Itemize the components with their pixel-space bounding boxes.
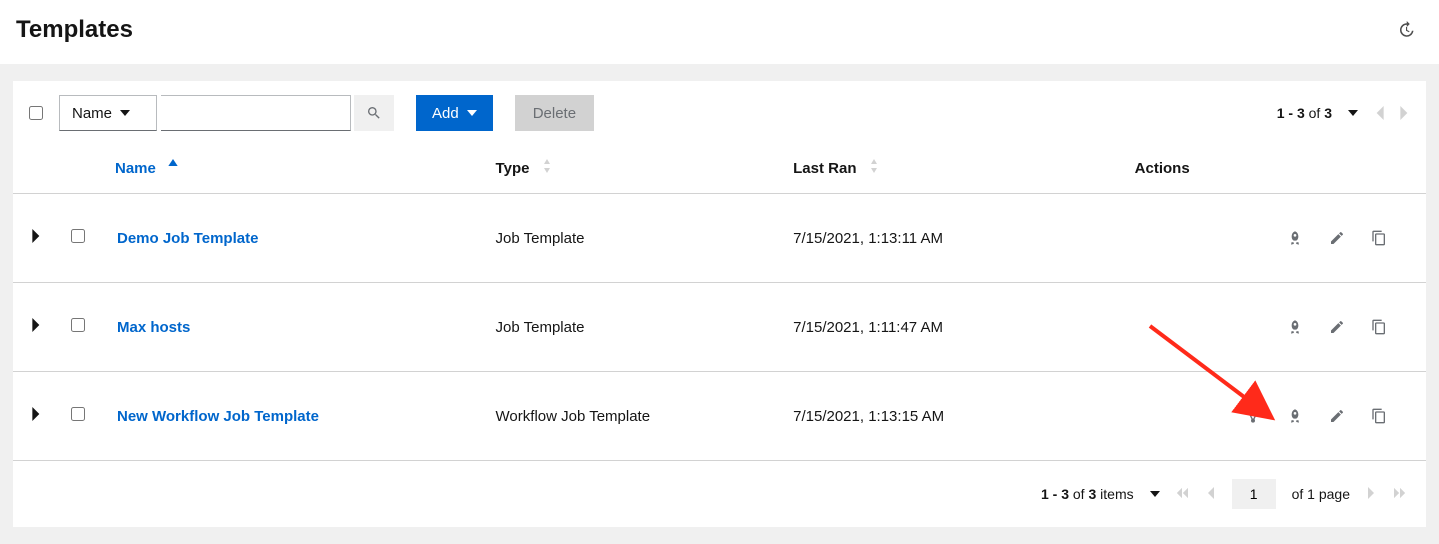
copy-icon[interactable]	[1360, 313, 1398, 341]
template-type: Workflow Job Template	[486, 372, 784, 461]
expand-row-button[interactable]	[32, 229, 42, 246]
add-button-label: Add	[432, 105, 459, 122]
add-button[interactable]: Add	[416, 95, 493, 131]
visualizer-icon[interactable]	[1234, 402, 1272, 430]
pagination-bottom: 1 - 3 of 3 items of 1 page	[13, 461, 1426, 527]
edit-icon[interactable]	[1318, 313, 1356, 341]
first-page-icon[interactable]	[1176, 486, 1188, 502]
caret-down-icon	[120, 108, 130, 118]
template-name-link[interactable]: Demo Job Template	[117, 230, 258, 247]
prev-page-icon[interactable]	[1374, 106, 1384, 120]
per-page-caret-icon[interactable]	[1150, 489, 1160, 499]
column-actions: Actions	[1075, 145, 1426, 194]
column-type[interactable]: Type	[486, 145, 784, 194]
templates-table: Name Type Last Ran Actions Demo Job Temp…	[13, 145, 1426, 461]
page-number-input[interactable]	[1232, 479, 1276, 509]
launch-icon[interactable]	[1276, 224, 1314, 252]
template-last-ran: 7/15/2021, 1:13:15 AM	[783, 372, 1075, 461]
filter-field-label: Name	[72, 105, 112, 122]
prev-page-icon[interactable]	[1204, 486, 1216, 502]
template-name-link[interactable]: Max hosts	[117, 319, 190, 336]
delete-button[interactable]: Delete	[515, 95, 594, 131]
pagination-total: 3	[1324, 105, 1332, 121]
toolbar: Name Add Delete 1 - 3 of 3	[13, 81, 1426, 145]
search-button[interactable]	[354, 95, 394, 131]
page-title: Templates	[16, 16, 133, 44]
column-name[interactable]: Name	[107, 145, 486, 194]
launch-icon[interactable]	[1276, 402, 1314, 430]
search-icon	[366, 105, 382, 121]
per-page-caret-icon[interactable]	[1348, 108, 1358, 118]
template-type: Job Template	[486, 283, 784, 372]
template-name-link[interactable]: New Workflow Job Template	[117, 408, 319, 425]
row-checkbox[interactable]	[71, 318, 85, 332]
search-input[interactable]	[161, 95, 351, 131]
pagination-top: 1 - 3 of 3	[1277, 105, 1410, 121]
template-last-ran: 7/15/2021, 1:11:47 AM	[783, 283, 1075, 372]
select-all-checkbox[interactable]	[29, 106, 43, 120]
next-page-icon[interactable]	[1400, 106, 1410, 120]
table-row: Demo Job Template Job Template7/15/2021, …	[13, 194, 1426, 283]
column-last-ran[interactable]: Last Ran	[783, 145, 1075, 194]
table-row: Max hosts Job Template7/15/2021, 1:11:47 …	[13, 283, 1426, 372]
template-type: Job Template	[486, 194, 784, 283]
copy-icon[interactable]	[1360, 224, 1398, 252]
expand-row-button[interactable]	[32, 407, 42, 424]
expand-row-button[interactable]	[32, 318, 42, 335]
template-last-ran: 7/15/2021, 1:13:11 AM	[783, 194, 1075, 283]
launch-icon[interactable]	[1276, 313, 1314, 341]
copy-icon[interactable]	[1360, 402, 1398, 430]
sort-icon	[869, 159, 879, 173]
row-checkbox[interactable]	[71, 229, 85, 243]
sort-icon	[542, 159, 552, 173]
edit-icon[interactable]	[1318, 402, 1356, 430]
caret-down-icon	[467, 108, 477, 118]
history-icon[interactable]	[1397, 21, 1415, 39]
next-page-icon[interactable]	[1366, 486, 1378, 502]
sort-asc-icon	[168, 159, 178, 173]
last-page-icon[interactable]	[1394, 486, 1406, 502]
page-count-label: of 1 page	[1292, 486, 1350, 502]
table-row: New Workflow Job Template Workflow Job Te…	[13, 372, 1426, 461]
row-checkbox[interactable]	[71, 407, 85, 421]
edit-icon[interactable]	[1318, 224, 1356, 252]
pagination-range: 1 - 3	[1277, 105, 1305, 121]
filter-field-select[interactable]: Name	[59, 95, 157, 131]
